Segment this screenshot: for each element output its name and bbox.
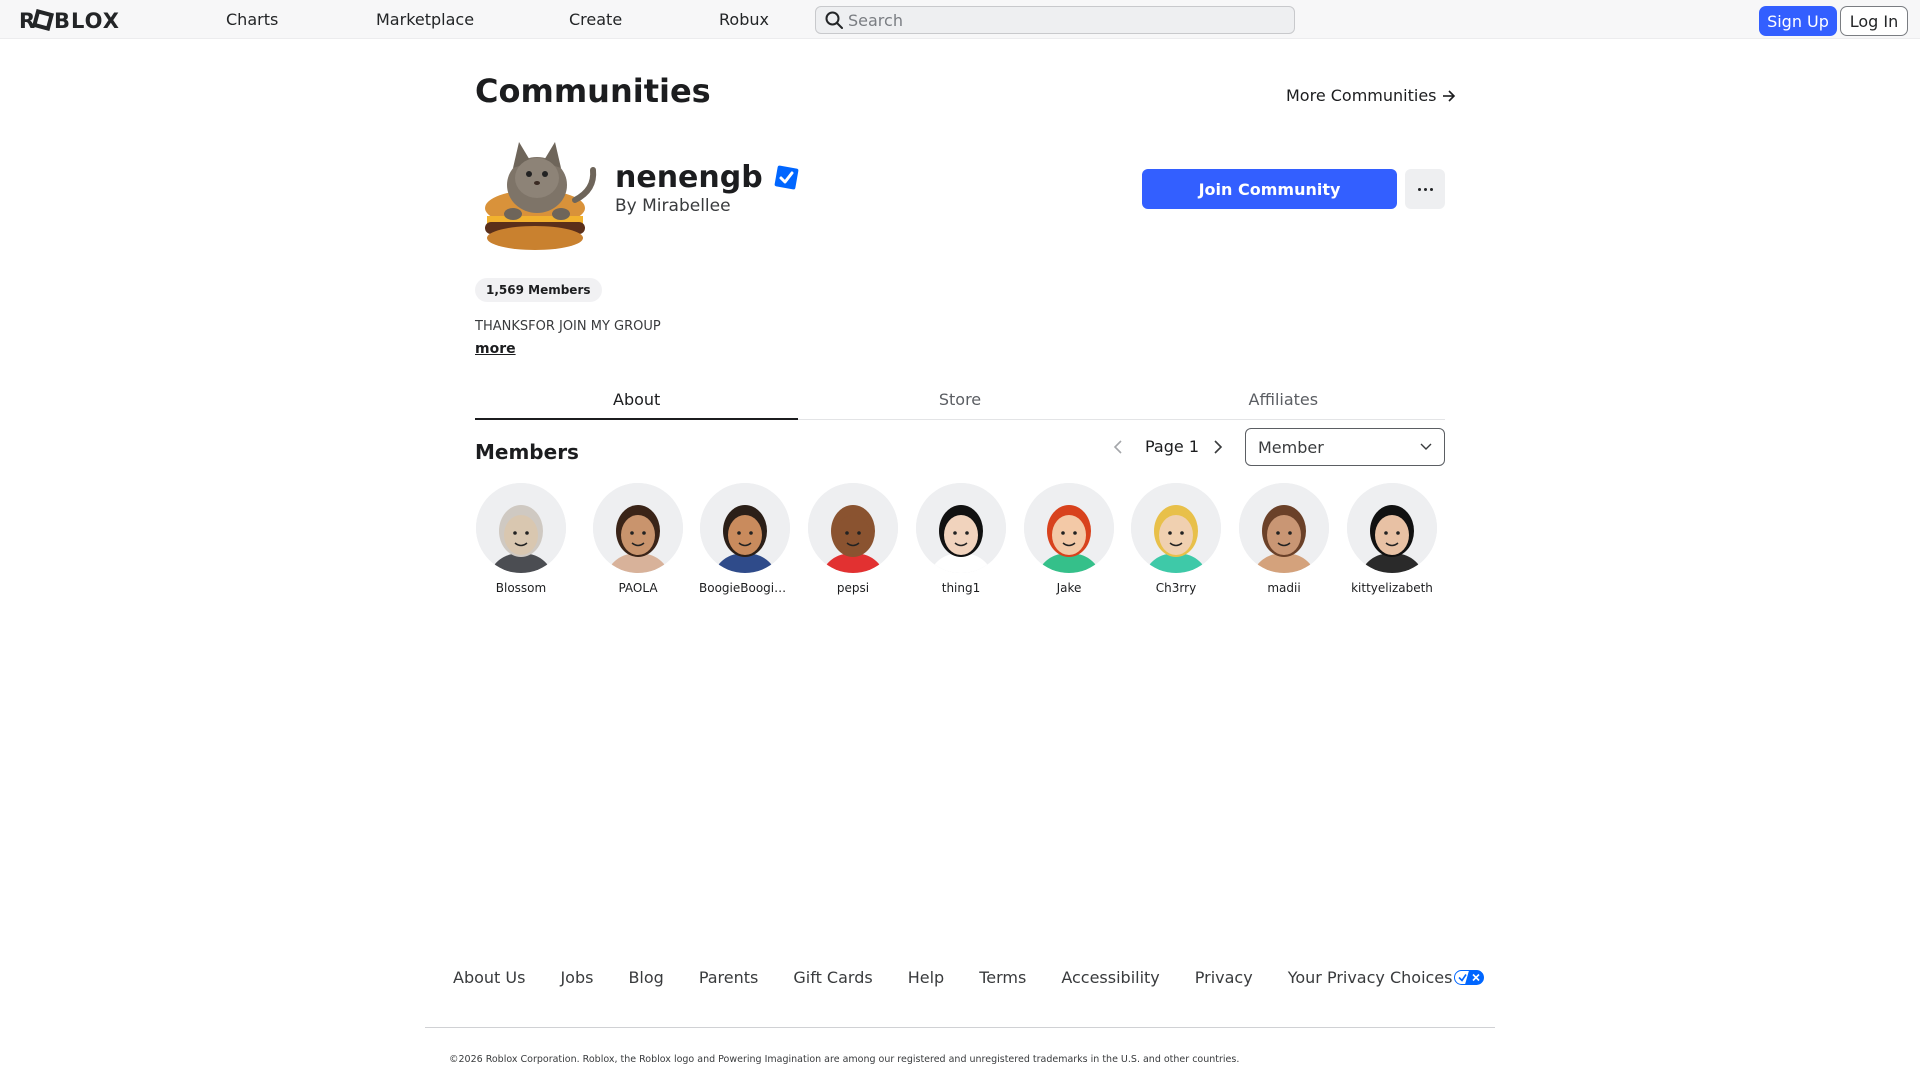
member-card[interactable]: madii (1238, 483, 1330, 595)
footer-links: About Us Jobs Blog Parents Gift Cards He… (453, 968, 1485, 987)
nav-create[interactable]: Create (569, 10, 622, 29)
members-list: Blossom PAOLA BoogieBoogie… pepsi thing1 Jake… (475, 483, 1455, 598)
search-input[interactable] (848, 10, 1268, 30)
member-avatar (476, 483, 566, 573)
member-card[interactable]: PAOLA (592, 483, 684, 595)
page-title: Communities (475, 72, 711, 110)
member-card[interactable]: BoogieBoogie… (699, 483, 791, 595)
chevron-left-icon (1113, 440, 1122, 454)
footer-jobs[interactable]: Jobs (560, 968, 593, 987)
svg-text:BLOX: BLOX (54, 9, 120, 31)
group-emblem-image (475, 130, 605, 255)
footer-help[interactable]: Help (908, 968, 944, 987)
member-name: thing1 (941, 581, 981, 595)
chevron-right-icon (1214, 440, 1223, 454)
member-name: Jake (1056, 581, 1082, 595)
member-avatar (916, 483, 1006, 573)
role-dropdown-value: Member (1258, 437, 1324, 457)
member-card[interactable]: kittyelizabeth (1346, 483, 1438, 595)
ellipsis-icon-dot (1417, 187, 1421, 191)
member-avatar (1131, 483, 1221, 573)
member-avatar (700, 483, 790, 573)
member-card[interactable]: thing1 (915, 483, 1007, 595)
roblox-logo-icon: R BLOX (19, 9, 120, 31)
member-avatar (593, 483, 683, 573)
copyright-text: ©2026 Roblox Corporation. Roblox, the Ro… (449, 1054, 1240, 1065)
privacy-choices-icon (1454, 970, 1485, 985)
group-tabs: About Store Affiliates (475, 380, 1445, 420)
arrow-right-icon (1442, 89, 1455, 102)
ellipsis-icon-dot (1429, 187, 1433, 191)
member-card[interactable]: Ch3rry (1130, 483, 1222, 595)
member-card[interactable]: Blossom (475, 483, 567, 595)
member-name: BoogieBoogie… (699, 581, 791, 595)
owner-prefix: By (615, 196, 637, 216)
footer-gift-cards[interactable]: Gift Cards (793, 968, 872, 987)
member-card[interactable]: pepsi (807, 483, 899, 595)
member-name: Blossom (495, 581, 547, 595)
member-name: kittyelizabeth (1351, 581, 1433, 595)
ellipsis-icon-dot (1423, 187, 1427, 191)
footer-terms[interactable]: Terms (979, 968, 1026, 987)
nav-marketplace[interactable]: Marketplace (376, 10, 474, 29)
chevron-down-icon (1420, 443, 1432, 450)
privacy-choices-label: Your Privacy Choices (1287, 968, 1453, 987)
verified-badge-icon (773, 164, 800, 191)
tab-about[interactable]: About (475, 380, 799, 420)
member-count-badge: 1,569 Members (475, 278, 602, 302)
member-avatar (1024, 483, 1114, 573)
member-name: pepsi (836, 581, 870, 595)
log-in-button[interactable]: Log In (1840, 6, 1908, 36)
roblox-logo[interactable]: R BLOX (19, 7, 137, 33)
member-name: Ch3rry (1155, 581, 1197, 595)
group-name-text: nenengb (615, 160, 763, 195)
owner-link[interactable]: Mirabellee (642, 196, 730, 216)
member-avatar (808, 483, 898, 573)
search-icon[interactable] (820, 7, 848, 33)
page-indicator: Page 1 (1145, 437, 1199, 456)
tab-store[interactable]: Store (798, 380, 1121, 419)
top-navigation-bar: R BLOX Charts Marketplace Create Robux S… (0, 0, 1920, 39)
footer-about-us[interactable]: About Us (453, 968, 525, 987)
tab-affiliates[interactable]: Affiliates (1122, 380, 1445, 419)
members-section-title: Members (475, 440, 579, 464)
search-bar (815, 6, 1295, 34)
group-name: nenengb (615, 160, 800, 195)
group-description: THANKSFOR JOIN MY GROUP (475, 319, 661, 334)
next-page-button[interactable] (1208, 437, 1228, 457)
previous-page-button[interactable] (1108, 437, 1128, 457)
sign-up-button[interactable]: Sign Up (1759, 6, 1837, 36)
nav-charts[interactable]: Charts (226, 10, 278, 29)
footer-blog[interactable]: Blog (628, 968, 663, 987)
description-more-link[interactable]: more (475, 341, 516, 357)
member-avatar (1347, 483, 1437, 573)
member-name: PAOLA (618, 581, 658, 595)
more-communities-label: More Communities (1286, 86, 1437, 105)
member-card[interactable]: Jake (1023, 483, 1115, 595)
member-name: madii (1267, 581, 1301, 595)
more-communities-link[interactable]: More Communities (1286, 86, 1456, 105)
footer-privacy[interactable]: Privacy (1195, 968, 1253, 987)
group-owner: By Mirabellee (615, 196, 731, 216)
more-options-button[interactable] (1405, 169, 1445, 209)
nav-robux[interactable]: Robux (719, 10, 769, 29)
svg-text:R: R (19, 9, 36, 31)
join-community-button[interactable]: Join Community (1142, 169, 1397, 209)
footer-divider (425, 1027, 1495, 1028)
member-avatar (1239, 483, 1329, 573)
footer-accessibility[interactable]: Accessibility (1061, 968, 1159, 987)
footer-parents[interactable]: Parents (699, 968, 759, 987)
footer-privacy-choices[interactable]: Your Privacy Choices (1288, 968, 1485, 987)
role-dropdown[interactable]: Member (1245, 428, 1445, 466)
